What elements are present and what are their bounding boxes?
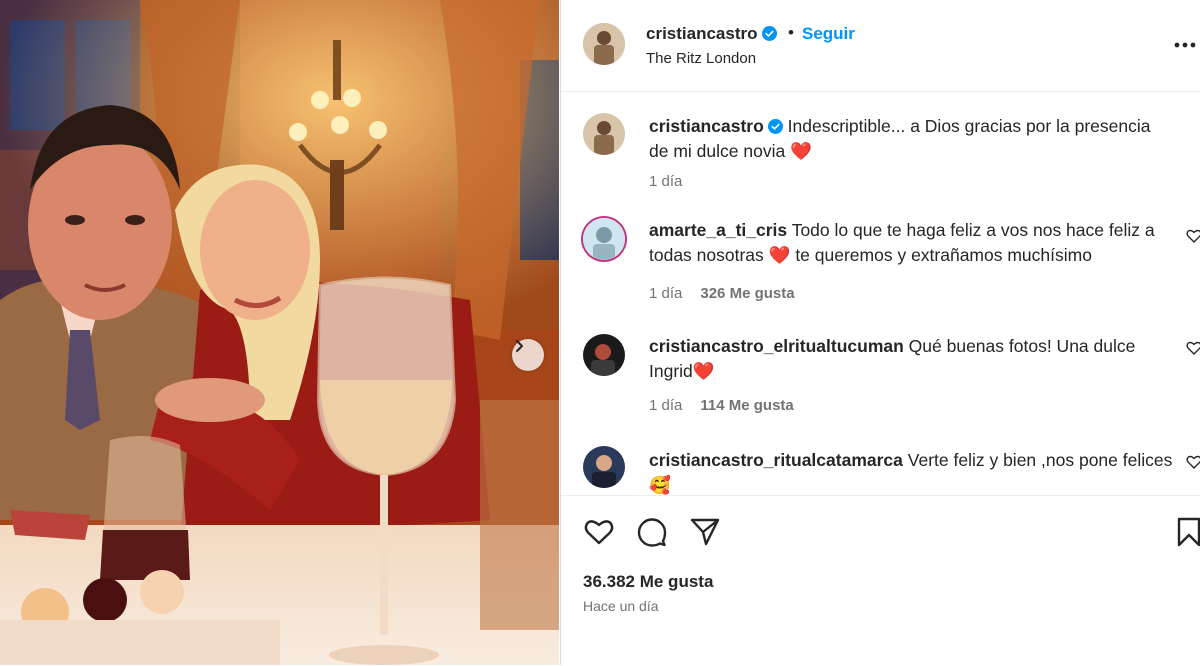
commenter-avatar[interactable] <box>583 334 625 376</box>
comment-meta: 1 día 114 Me gusta <box>649 397 794 414</box>
comment-likes[interactable]: 326 Me gusta <box>700 285 794 302</box>
comment-text: amarte_a_ti_cris Todo lo que te haga fel… <box>649 218 1174 268</box>
comment-text: cristiancastro_elritualtucuman Qué buena… <box>649 334 1174 384</box>
avatar-image <box>583 218 625 260</box>
next-photo-button[interactable] <box>512 339 544 371</box>
heart-emoji: ❤️ <box>790 141 812 161</box>
chevron-right-icon <box>516 340 523 352</box>
heart-emoji: ❤️ <box>768 245 791 265</box>
comment-body: Verte feliz y bien ,nos pone felices <box>902 450 1173 470</box>
heart-icon[interactable] <box>1186 228 1200 244</box>
comment-icon[interactable] <box>636 516 668 548</box>
comment-time[interactable]: 1 día <box>649 285 682 302</box>
avatar-image <box>583 446 625 488</box>
post-side-panel: cristiancastro • Seguir The Ritz London <box>560 0 1200 665</box>
smiling-hearts-emoji: 🥰 <box>649 475 671 495</box>
carafe <box>100 436 190 580</box>
comment-username[interactable]: amarte_a_ti_cris <box>649 220 787 240</box>
post-photo[interactable] <box>0 0 559 665</box>
author-avatar[interactable] <box>583 23 625 65</box>
caption-text: cristiancastro Indescriptible... a Dios … <box>649 114 1174 164</box>
caption-time[interactable]: 1 día <box>649 173 682 190</box>
commenter-avatar[interactable] <box>583 218 625 260</box>
caption-username[interactable]: cristiancastro <box>649 116 764 136</box>
avatar-image <box>583 113 625 155</box>
more-options-icon[interactable] <box>1173 35 1197 55</box>
post-header: cristiancastro • Seguir The Ritz London <box>561 0 1200 92</box>
avatar-image <box>583 23 625 65</box>
location-link[interactable]: The Ritz London <box>646 50 756 67</box>
separator-dot: • <box>788 23 794 42</box>
commenter-avatar[interactable] <box>583 446 625 488</box>
comment-time[interactable]: 1 día <box>649 397 682 414</box>
comment-likes[interactable]: 114 Me gusta <box>700 397 793 414</box>
caption-meta: 1 día <box>649 173 682 190</box>
photo-illustration <box>0 0 559 665</box>
avatar-image <box>583 334 625 376</box>
verified-badge-icon <box>767 119 783 134</box>
author-username[interactable]: cristiancastro <box>646 24 758 43</box>
likes-count[interactable]: 36.382 Me gusta <box>583 572 713 592</box>
heart-emoji: ❤️ <box>692 361 715 381</box>
verified-badge-icon <box>761 26 777 41</box>
heart-icon[interactable] <box>1186 340 1200 356</box>
comment-text: cristiancastro_ritualcatamarca Verte fel… <box>649 448 1174 495</box>
comments-list[interactable]: cristiancastro Indescriptible... a Dios … <box>561 92 1200 495</box>
author-username-row[interactable]: cristiancastro <box>646 24 777 44</box>
bookmark-icon[interactable] <box>1173 516 1200 548</box>
heart-icon[interactable] <box>1186 454 1200 470</box>
comment-meta: 1 día 326 Me gusta <box>649 285 795 302</box>
heart-icon[interactable] <box>583 516 615 548</box>
follow-button[interactable]: Seguir <box>802 24 855 44</box>
post-actions: 36.382 Me gusta Hace un día <box>561 495 1200 666</box>
post-time[interactable]: Hace un día <box>583 598 659 614</box>
caption-avatar[interactable] <box>583 113 625 155</box>
comment-body-continued: te queremos y extrañamos muchísimo <box>790 245 1092 265</box>
comment-username[interactable]: cristiancastro_elritualtucuman <box>649 336 904 356</box>
share-icon[interactable] <box>689 516 721 548</box>
comment-username[interactable]: cristiancastro_ritualcatamarca <box>649 450 903 470</box>
